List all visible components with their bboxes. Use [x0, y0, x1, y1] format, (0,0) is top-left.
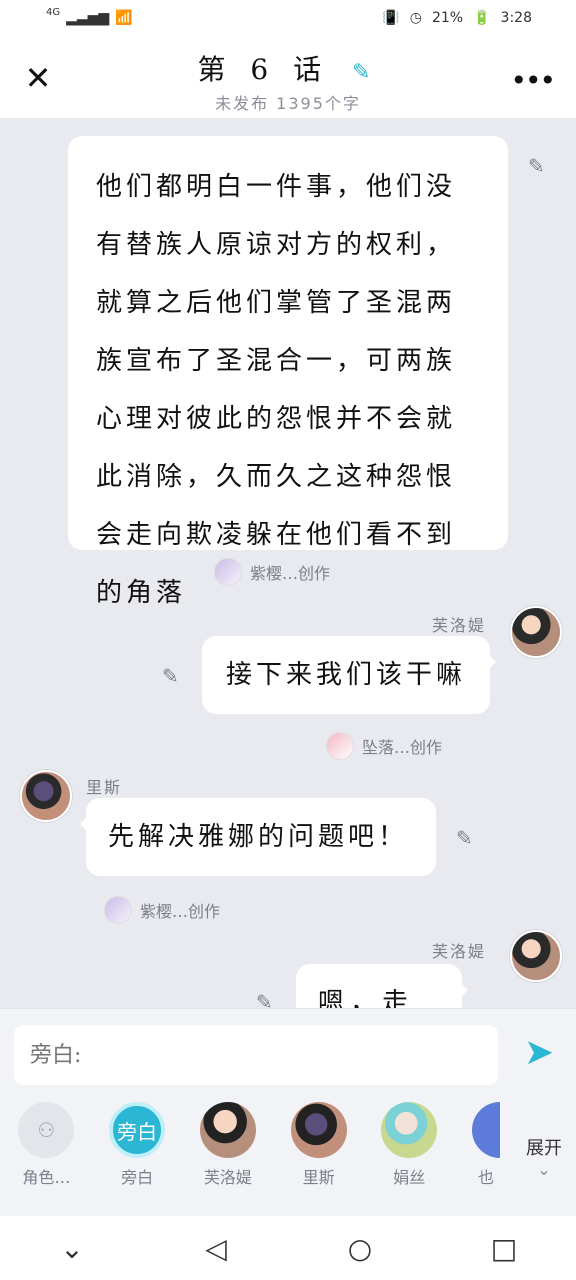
expand-label: 展开 — [526, 1138, 562, 1159]
vibrate-icon: 📳 — [382, 10, 400, 26]
back-icon: ◁ — [205, 1231, 227, 1265]
page-title: 第 6 话 ✎ — [0, 48, 576, 88]
nav-down-button[interactable]: ⌄ — [40, 1216, 104, 1280]
credit-text: 坠落…创作 — [362, 738, 443, 757]
message-bubble-right-2: 嗯，走吧！ — [296, 964, 468, 1008]
role-item-narration[interactable]: 旁白 旁白 — [109, 1102, 166, 1208]
role-avatar — [471, 1102, 500, 1158]
chevron-down-icon: ⌄ — [60, 1231, 84, 1265]
credit-1: 紫樱…创作 — [214, 558, 330, 586]
role-avatar — [199, 1102, 256, 1158]
status-right: 📳 ◷ 21% 🔋 3:28 — [382, 10, 532, 26]
recents-icon: □ — [490, 1231, 518, 1265]
message-text: 嗯，走吧！ — [318, 988, 415, 1008]
narration-text: 他们都明白一件事，他们没有替族人原谅对方的权利，就算之后他们掌管了圣混两族宣布了… — [96, 172, 457, 608]
role-label: 娟丝 — [393, 1168, 426, 1187]
signal-icon: ▂▃▅▆ — [66, 10, 110, 26]
time: 3:28 — [500, 10, 532, 26]
title-wrap: 第 6 话 ✎ 未发布 1395个字 — [0, 48, 576, 114]
chat-area[interactable]: 他们都明白一件事，他们没有替族人原谅对方的权利，就算之后他们掌管了圣混两族宣布了… — [0, 118, 576, 1008]
speaker-right-2: 芙洛媞 — [432, 942, 487, 961]
message-bubble-left-1: 先解决雅娜的问题吧！ — [80, 798, 436, 876]
credit-text: 紫樱…创作 — [140, 902, 221, 921]
role-item[interactable]: 里斯 — [290, 1102, 347, 1208]
credit-3: 紫樱…创作 — [104, 896, 220, 924]
system-nav-bar: ⌄ ◁ ○ □ — [0, 1216, 576, 1280]
composer-input-wrap[interactable] — [14, 1025, 498, 1085]
narration-avatar-text: 旁白 — [117, 1119, 158, 1144]
page-title-text: 第 6 话 — [197, 53, 330, 86]
credit-2: 坠落…创作 — [326, 732, 442, 760]
composer-input[interactable] — [14, 1025, 498, 1085]
role-item[interactable]: 芙洛媞 — [199, 1102, 256, 1208]
wifi-icon: 📶 — [115, 10, 133, 26]
message-bubble-right-1: 接下来我们该干嘛 — [202, 636, 496, 714]
role-label: 里斯 — [302, 1168, 335, 1187]
battery-icon: 🔋 — [473, 10, 491, 26]
creator-avatar — [326, 732, 354, 760]
send-button[interactable]: ➤ — [524, 1032, 554, 1073]
page-subtitle: 未发布 1395个字 — [215, 94, 361, 113]
more-button[interactable]: ••• — [510, 64, 556, 97]
narration-bubble: 他们都明白一件事，他们没有替族人原谅对方的权利，就算之后他们掌管了圣混两族宣布了… — [68, 136, 508, 608]
role-avatar — [290, 1102, 347, 1158]
edit-right-1-icon[interactable]: ✎ — [162, 664, 179, 688]
role-avatar — [381, 1102, 438, 1158]
nav-home-button[interactable]: ○ — [328, 1216, 392, 1280]
more-icon: ••• — [510, 64, 556, 97]
nav-back-button[interactable]: ◁ — [184, 1216, 248, 1280]
send-icon: ➤ — [523, 1032, 554, 1073]
narration-role-avatar: 旁白 — [109, 1102, 166, 1158]
add-role-icon: ⚇ — [18, 1102, 75, 1158]
header: ✕ 第 6 话 ✎ 未发布 1395个字 ••• — [0, 40, 576, 118]
speaker-left-1: 里斯 — [86, 778, 123, 797]
role-item[interactable]: 也 — [471, 1102, 500, 1208]
role-selector[interactable]: ⚇ 角色… 旁白 旁白 芙洛媞 里斯 娟丝 也 — [0, 1102, 500, 1208]
speaker-right-1: 芙洛媞 — [432, 616, 487, 635]
network-label: 4G — [46, 6, 61, 18]
edit-left-1-icon[interactable]: ✎ — [456, 826, 473, 850]
avatar-right-2[interactable] — [510, 930, 562, 982]
expand-button[interactable]: 展开 ⌄ — [526, 1134, 562, 1179]
message-text: 接下来我们该干嘛 — [226, 660, 467, 690]
role-label: 也 — [477, 1168, 494, 1187]
battery-percent: 21% — [431, 10, 464, 26]
role-item[interactable]: 娟丝 — [381, 1102, 438, 1208]
nav-recents-button[interactable]: □ — [472, 1216, 536, 1280]
status-left: 4G ▂▃▅▆ 📶 — [46, 6, 133, 27]
creator-avatar — [214, 558, 242, 586]
pencil-icon[interactable]: ✎ — [352, 60, 378, 85]
home-icon: ○ — [347, 1231, 373, 1265]
role-label: 旁白 — [121, 1168, 154, 1187]
role-label: 角色… — [22, 1168, 71, 1187]
speed-icon: ◷ — [409, 10, 422, 26]
chevron-down-icon: ⌄ — [537, 1160, 551, 1179]
avatar-left-1[interactable] — [20, 770, 72, 822]
credit-text: 紫樱…创作 — [250, 564, 331, 583]
message-text: 先解决雅娜的问题吧！ — [108, 822, 409, 852]
edit-right-2-icon[interactable]: ✎ — [256, 990, 273, 1008]
edit-narration-icon[interactable]: ✎ — [528, 154, 545, 178]
status-bar: 4G ▂▃▅▆ 📶 📳 ◷ 21% 🔋 3:28 — [0, 0, 576, 40]
avatar-right-1[interactable] — [510, 606, 562, 658]
role-label: 芙洛媞 — [203, 1168, 252, 1187]
creator-avatar — [104, 896, 132, 924]
role-item[interactable]: ⚇ 角色… — [18, 1102, 75, 1208]
